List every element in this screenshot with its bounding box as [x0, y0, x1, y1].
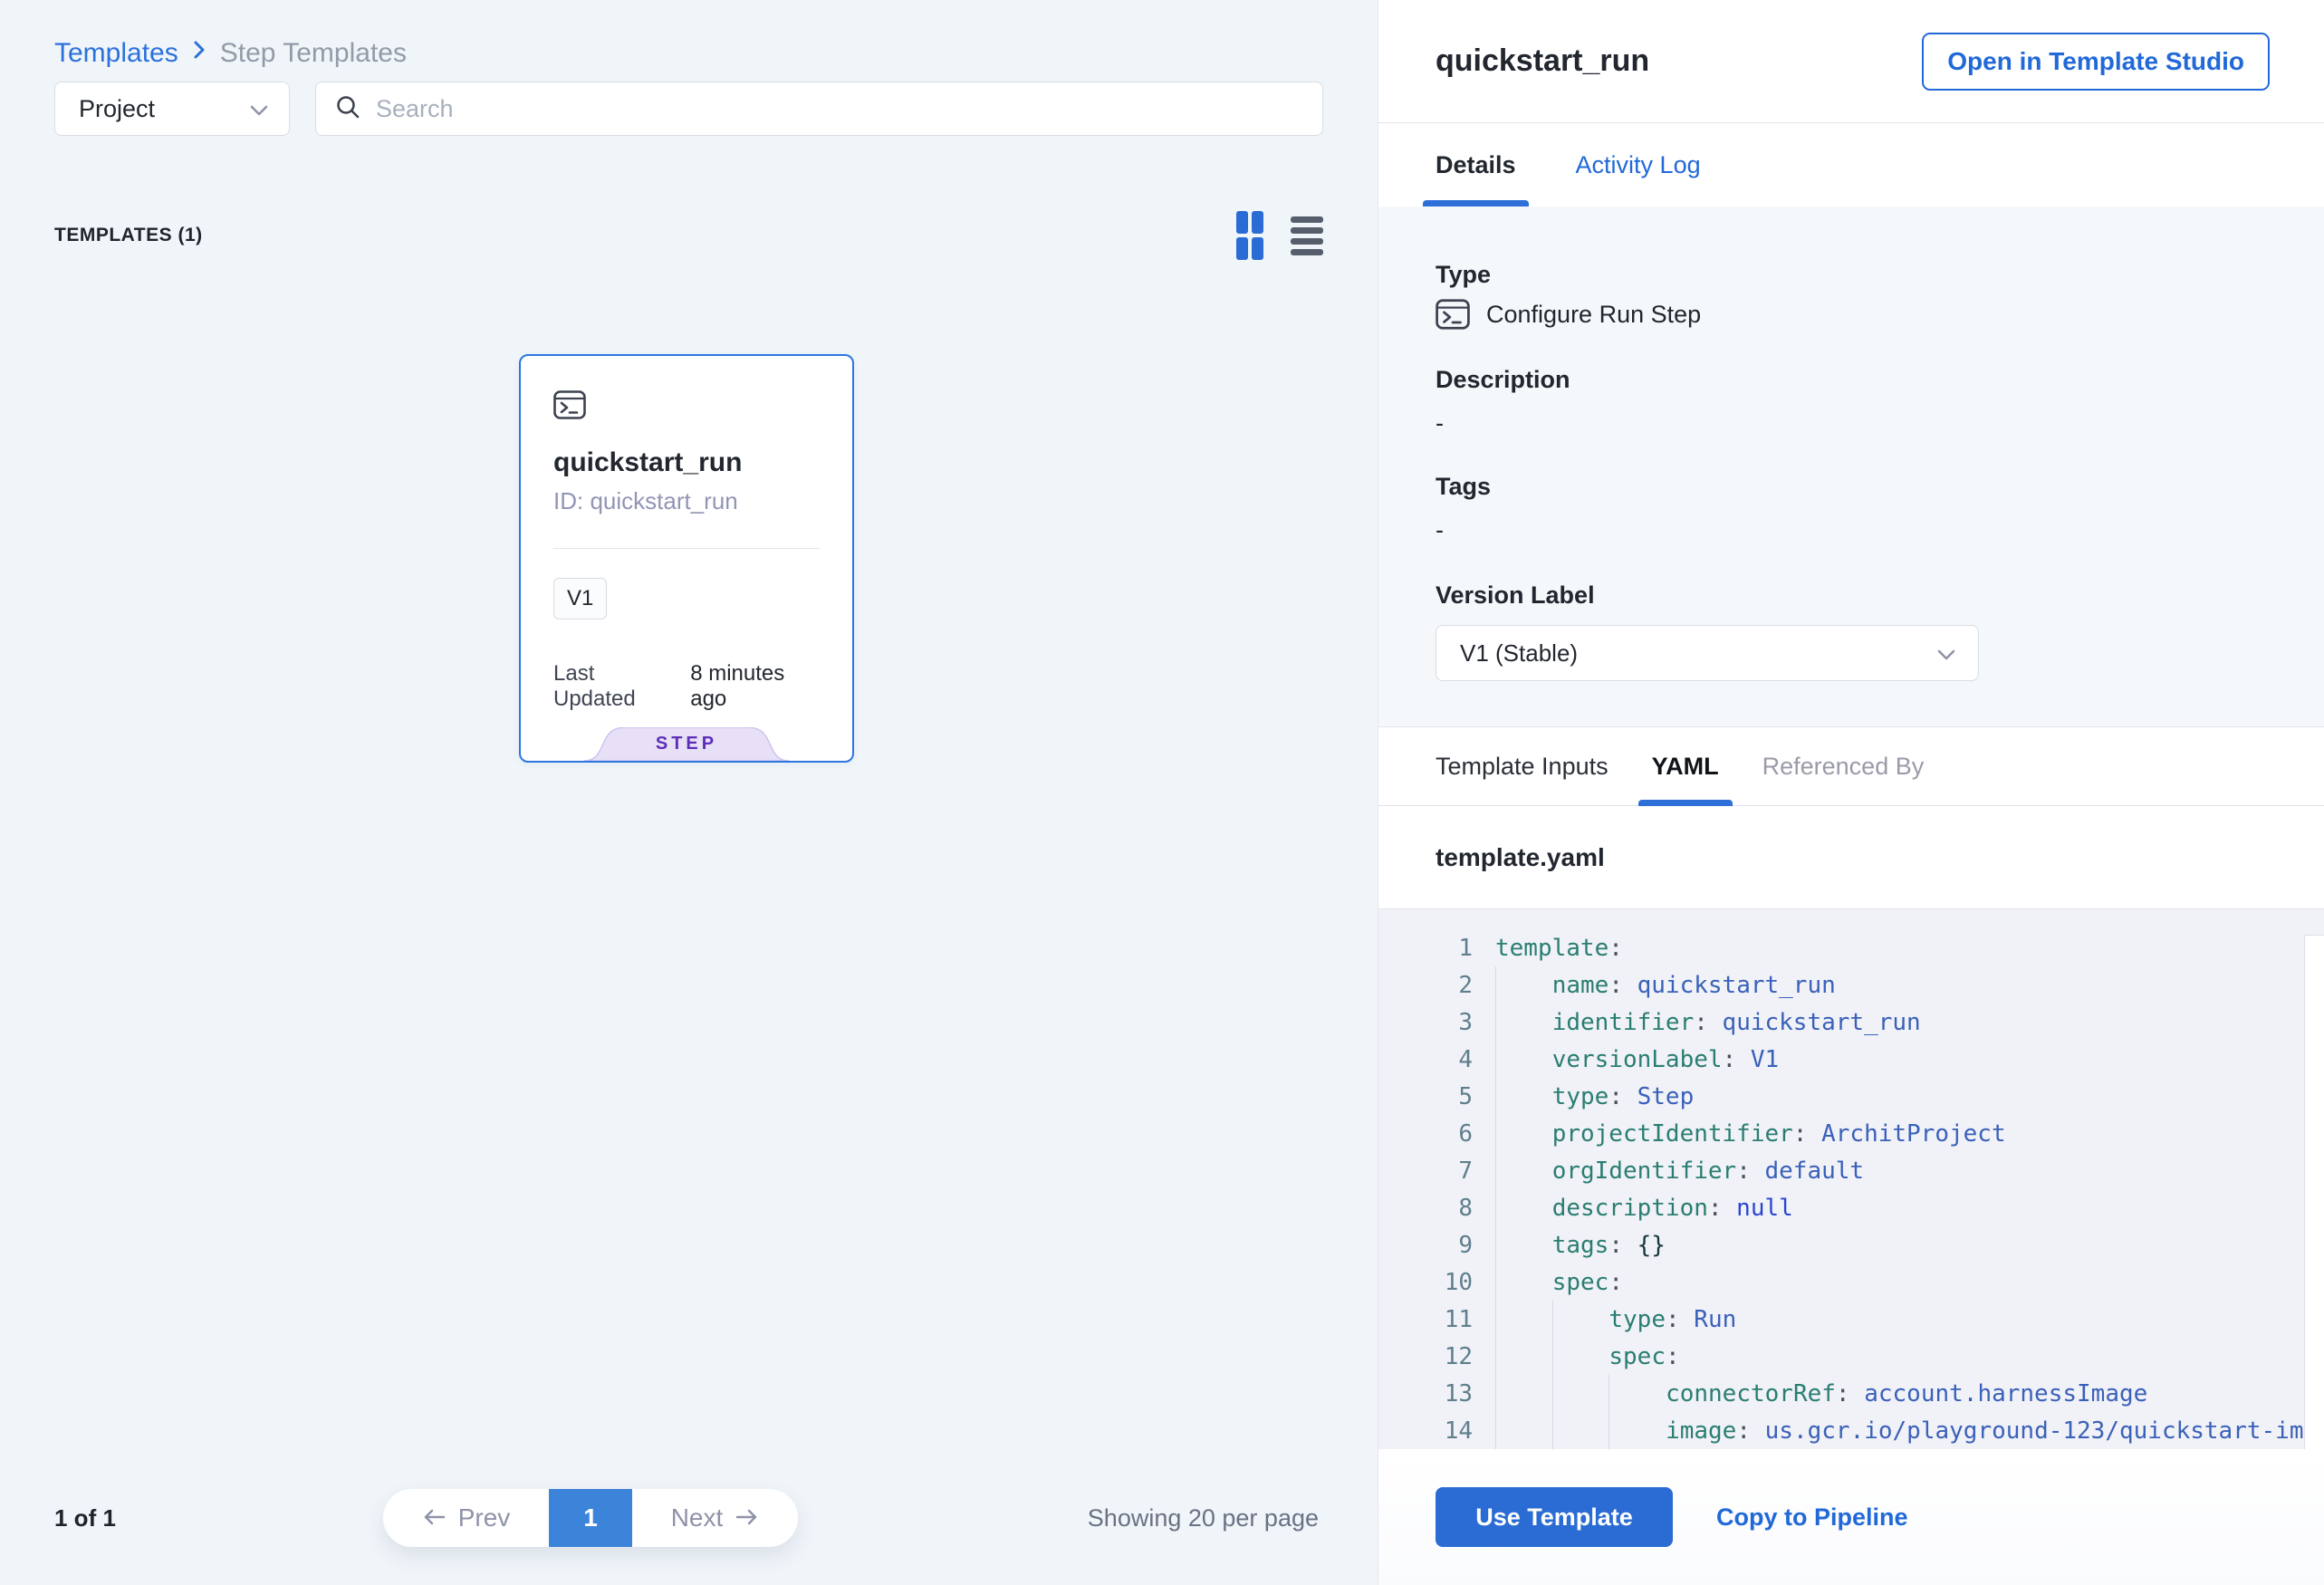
breadcrumb-templates-link[interactable]: Templates [54, 38, 178, 69]
yaml-code-line: 2name: quickstart_run [1378, 966, 2324, 1004]
last-updated-row: Last Updated 8 minutes ago [553, 661, 820, 712]
yaml-code-line: 4versionLabel: V1 [1378, 1041, 2324, 1078]
details-tab-bar: Details Activity Log [1378, 123, 2324, 207]
search-input[interactable] [376, 95, 1304, 123]
card-divider [553, 548, 820, 549]
templates-page: Templates Step Templates Project TEMPLAT [0, 0, 2324, 1585]
scope-select[interactable]: Project [54, 82, 290, 136]
chevron-down-icon [1936, 639, 1956, 668]
type-row: Configure Run Step [1436, 297, 2267, 331]
details-header: quickstart_run Open in Template Studio [1378, 0, 2324, 123]
terminal-icon [1436, 299, 1470, 330]
yaml-code-line: 12spec: [1378, 1338, 2324, 1375]
next-page-button[interactable]: Next [632, 1489, 798, 1547]
arrow-right-icon [735, 1503, 759, 1532]
yaml-code-line: 9tags: {} [1378, 1226, 2324, 1263]
last-updated-label: Last Updated [553, 661, 676, 712]
version-badge: V1 [553, 578, 607, 620]
view-toggles [1236, 211, 1323, 260]
details-footer: Use Template Copy to Pipeline [1378, 1449, 2324, 1585]
open-in-template-studio-button[interactable]: Open in Template Studio [1922, 33, 2270, 91]
templates-list-header: TEMPLATES (1) [54, 211, 1323, 260]
template-card-id: ID: quickstart_run [553, 487, 820, 515]
page-info: 1 of 1 [54, 1504, 140, 1532]
use-template-button[interactable]: Use Template [1436, 1487, 1673, 1547]
search-icon [334, 93, 361, 125]
description-value: - [1436, 409, 2267, 437]
terminal-icon [553, 390, 586, 419]
yaml-code-line: 11type: Run [1378, 1301, 2324, 1338]
templates-count-label: TEMPLATES (1) [54, 225, 203, 246]
grid-view-icon[interactable] [1236, 211, 1263, 260]
yaml-tab-bar: Template Inputs YAML Referenced By [1378, 726, 2324, 806]
description-label: Description [1436, 364, 2267, 395]
yaml-code-line: 8description: null [1378, 1189, 2324, 1226]
yaml-code-line: 1template: [1378, 929, 2324, 966]
breadcrumb: Templates Step Templates [54, 38, 1323, 69]
type-value: Configure Run Step [1486, 301, 1701, 329]
version-select-value: V1 (Stable) [1460, 639, 1578, 668]
pagination: Prev 1 Next [383, 1489, 798, 1547]
scope-select-value: Project [79, 95, 155, 123]
showing-per-page: Showing 20 per page [1088, 1504, 1319, 1532]
details-fields: Type Configure Run Step Description - Ta… [1378, 207, 2324, 726]
tab-details[interactable]: Details [1436, 123, 1516, 207]
details-title: quickstart_run [1436, 43, 1649, 79]
yaml-code-line: 10spec: [1378, 1263, 2324, 1301]
next-label: Next [671, 1503, 724, 1532]
type-label: Type [1436, 259, 2267, 290]
tab-yaml[interactable]: YAML [1652, 727, 1719, 805]
version-select[interactable]: V1 (Stable) [1436, 625, 1979, 681]
yaml-code-line: 5type: Step [1378, 1078, 2324, 1115]
template-card[interactable]: quickstart_run ID: quickstart_run V1 Las… [519, 354, 854, 763]
yaml-code-line: 3identifier: quickstart_run [1378, 1004, 2324, 1041]
templates-list-panel: Templates Step Templates Project TEMPLAT [0, 0, 1378, 1585]
last-updated-value: 8 minutes ago [690, 661, 820, 712]
tags-label: Tags [1436, 471, 2267, 502]
vertical-scrollbar[interactable] [2304, 935, 2324, 1449]
template-card-title: quickstart_run [553, 447, 820, 478]
breadcrumb-chevron-icon [191, 38, 207, 68]
search-box [315, 82, 1323, 136]
yaml-code-editor[interactable]: 1template:2name: quickstart_run3identifi… [1378, 909, 2324, 1449]
step-badge-label: STEP [584, 727, 789, 761]
yaml-code-line: 7orgIdentifier: default [1378, 1152, 2324, 1189]
prev-page-button[interactable]: Prev [383, 1489, 549, 1547]
yaml-filename: template.yaml [1436, 843, 1605, 872]
current-page-button[interactable]: 1 [549, 1489, 632, 1547]
tab-activity-log[interactable]: Activity Log [1576, 123, 1701, 207]
yaml-code-line: 14image: us.gcr.io/playground-123/quicks… [1378, 1412, 2324, 1449]
tab-referenced-by[interactable]: Referenced By [1762, 727, 1925, 805]
template-details-panel: quickstart_run Open in Template Studio D… [1378, 0, 2324, 1585]
copy-to-pipeline-link[interactable]: Copy to Pipeline [1716, 1503, 1908, 1532]
prev-label: Prev [458, 1503, 511, 1532]
version-label: Version Label [1436, 580, 2267, 610]
arrow-left-icon [422, 1503, 446, 1532]
breadcrumb-current: Step Templates [220, 38, 407, 69]
list-view-icon[interactable] [1291, 216, 1323, 255]
yaml-code-line: 13connectorRef: account.harnessImage [1378, 1375, 2324, 1412]
chevron-down-icon [249, 95, 269, 123]
yaml-filename-row: template.yaml [1378, 806, 2324, 909]
yaml-code-lines: 1template:2name: quickstart_run3identifi… [1378, 929, 2324, 1449]
filter-row: Project [54, 82, 1323, 136]
yaml-code-line: 6projectIdentifier: ArchitProject [1378, 1115, 2324, 1152]
list-footer: 1 of 1 Prev 1 Next Showing 20 per page [54, 1485, 1323, 1585]
tags-value: - [1436, 516, 2267, 543]
tab-template-inputs[interactable]: Template Inputs [1436, 727, 1609, 805]
step-type-badge: STEP [584, 727, 789, 761]
